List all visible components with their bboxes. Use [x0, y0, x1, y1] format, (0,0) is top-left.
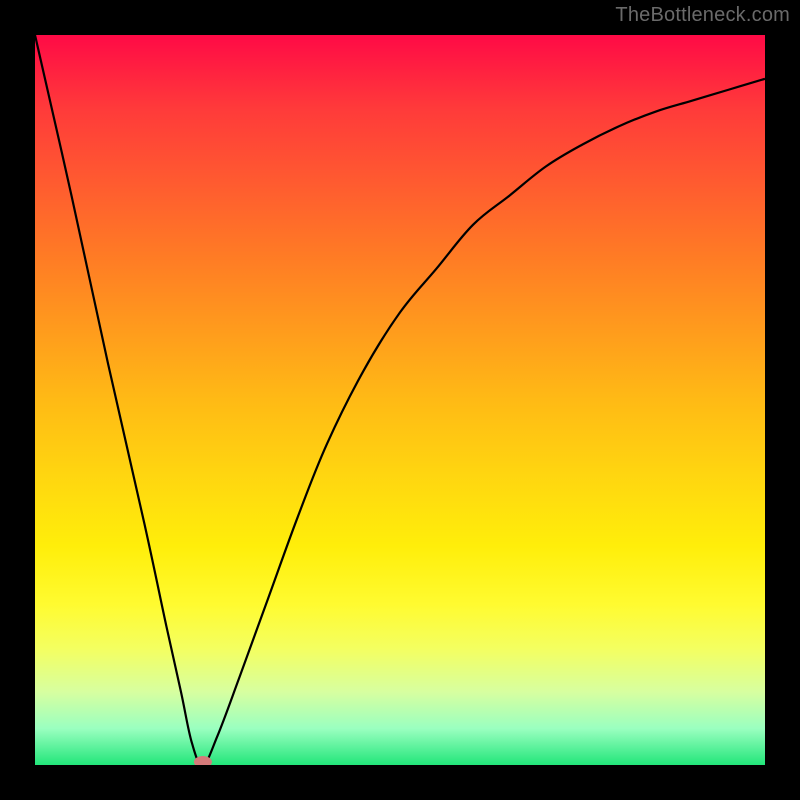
plot-area: [35, 35, 765, 765]
credit-label: TheBottleneck.com: [615, 4, 790, 27]
curve-svg: [35, 35, 765, 765]
chart-frame: TheBottleneck.com: [0, 0, 800, 800]
bottleneck-curve: [35, 35, 765, 765]
